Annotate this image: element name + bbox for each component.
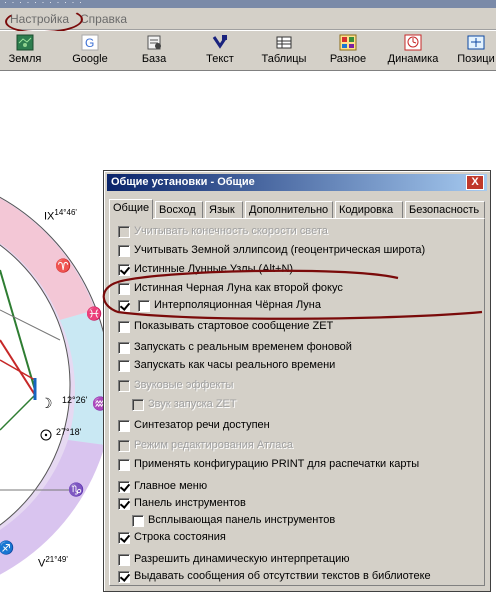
general-settings-dialog: Общие установки - Общие X Общие Восход Я… bbox=[103, 170, 491, 592]
toolbar-button-misc[interactable]: Разное bbox=[328, 33, 368, 69]
tab-sunrise[interactable]: Восход bbox=[155, 201, 203, 218]
svg-text:♐: ♐ bbox=[0, 540, 14, 555]
close-button[interactable]: X bbox=[466, 175, 484, 190]
tab-encoding[interactable]: Кодировка bbox=[335, 201, 403, 218]
menu-item-help[interactable]: Справка bbox=[80, 12, 127, 26]
checkbox[interactable] bbox=[118, 481, 130, 493]
toolbar-button-earth[interactable]: Земля bbox=[6, 33, 44, 69]
checkbox-sub[interactable] bbox=[138, 300, 150, 312]
database-icon bbox=[147, 35, 161, 50]
dialog-title-bar[interactable]: Общие установки - Общие X bbox=[107, 174, 487, 191]
window-title-bar: · · · · · · · · · · · bbox=[0, 0, 496, 8]
dialog-title: Общие установки - Общие bbox=[111, 176, 255, 188]
checkbox[interactable] bbox=[118, 459, 130, 471]
cusp-9-degree: IX14°46' bbox=[44, 208, 77, 223]
svg-text:♓: ♓ bbox=[86, 306, 102, 321]
svg-text:♈: ♈ bbox=[55, 258, 71, 273]
dynamics-icon bbox=[404, 34, 422, 51]
earth-icon bbox=[16, 34, 34, 51]
checkbox[interactable] bbox=[132, 399, 144, 411]
toolbar-button-text[interactable]: Текст bbox=[202, 33, 238, 69]
astro-chart[interactable]: ♈ ♓ ♒ ♑ ♐ ☽ IX14°46' 12°26' 27°18' V21°4… bbox=[0, 190, 110, 601]
toolbar-button-dynamics[interactable]: Динамика bbox=[386, 33, 440, 69]
checkbox[interactable] bbox=[118, 498, 130, 510]
toolbar-button-positions[interactable]: Позици bbox=[456, 33, 496, 69]
sun-degree: 27°18' bbox=[56, 427, 82, 437]
checkbox[interactable] bbox=[118, 283, 130, 295]
checkbox[interactable] bbox=[118, 360, 130, 372]
toolbar: Земля G Google База Текст Таблицы Разное… bbox=[0, 31, 496, 71]
checkbox[interactable] bbox=[132, 515, 144, 527]
google-icon: G bbox=[81, 34, 99, 51]
checkbox[interactable] bbox=[118, 571, 130, 583]
checkbox[interactable] bbox=[118, 226, 130, 238]
toolbar-button-tables[interactable]: Таблицы bbox=[260, 33, 308, 69]
misc-icon bbox=[339, 34, 357, 51]
checkbox[interactable] bbox=[118, 440, 130, 452]
svg-text:G: G bbox=[85, 36, 94, 50]
cusp-5-degree: V21°49' bbox=[38, 555, 68, 570]
checkbox[interactable] bbox=[118, 554, 130, 566]
text-icon bbox=[212, 35, 228, 49]
positions-icon bbox=[467, 35, 485, 50]
tables-icon bbox=[276, 36, 292, 49]
checkbox[interactable] bbox=[118, 532, 130, 544]
checkbox[interactable] bbox=[118, 420, 130, 432]
checkbox[interactable] bbox=[118, 300, 130, 312]
moon-degree: 12°26' bbox=[62, 395, 88, 405]
tab-general[interactable]: Общие bbox=[109, 199, 153, 219]
toolbar-button-google[interactable]: G Google bbox=[70, 33, 110, 69]
checkbox[interactable] bbox=[118, 264, 130, 276]
general-options-panel: Учитывать конечность скорости света Учит… bbox=[109, 218, 485, 586]
checkbox[interactable] bbox=[118, 380, 130, 392]
svg-text:☽: ☽ bbox=[40, 395, 53, 411]
checkbox[interactable] bbox=[118, 321, 130, 333]
toolbar-button-database[interactable]: База bbox=[138, 33, 170, 69]
svg-text:♑: ♑ bbox=[68, 482, 84, 497]
tab-advanced[interactable]: Дополнительно bbox=[245, 201, 333, 218]
checkbox[interactable] bbox=[118, 342, 130, 354]
tab-language[interactable]: Язык bbox=[205, 201, 243, 218]
checkbox[interactable] bbox=[118, 245, 130, 257]
chart-wheel: ♈ ♓ ♒ ♑ ♐ ☽ bbox=[0, 196, 110, 575]
tab-security[interactable]: Безопасность bbox=[405, 201, 485, 218]
